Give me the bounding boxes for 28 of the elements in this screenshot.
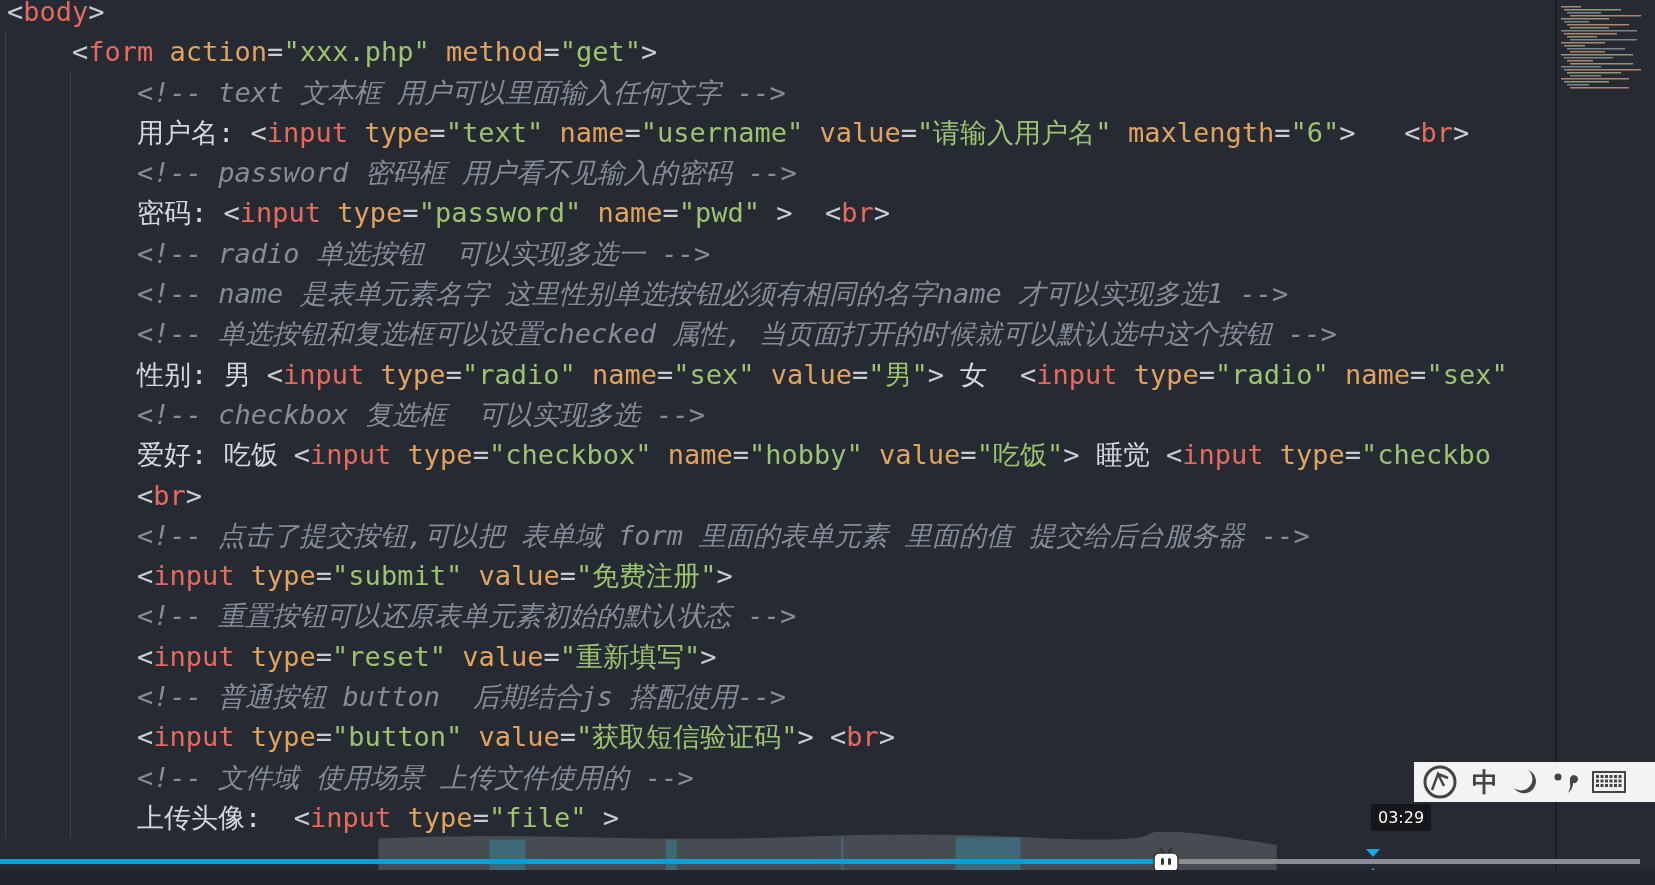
logo-icon[interactable] [1422, 764, 1458, 800]
marker-icon [1366, 849, 1380, 857]
code-line: <form action="xxx.php" method="get"> [72, 35, 658, 70]
code-comment: <!-- password 密码框 用户看不见输入的密码 --> [137, 156, 797, 191]
code-line: <body> [7, 0, 105, 29]
code-line: <input type="button" value="获取短信验证码"> <br> [137, 720, 896, 755]
code-line: 爱好: 吃饭 <input type="checkbox" name="hobby" value="吃饭"> 睡觉 <input type="checkbo [137, 438, 1492, 473]
code-line: <br> [137, 478, 203, 513]
code-line: 性别: 男 <input type="radio" name="sex" value="男"> 女 <input type="radio" name="sex" [137, 357, 1508, 392]
moon-icon[interactable] [1512, 768, 1538, 796]
time-tooltip: 03:29 [1371, 804, 1432, 831]
code-comment: <!-- radio 单选按钮 可以实现多选一 --> [137, 236, 711, 271]
code-line: 上传头像: <input type="file" > [137, 800, 619, 835]
code-line: <input type="submit" value="免费注册"> [137, 559, 733, 594]
code-comment: <!-- checkbox 复选框 可以实现多选 --> [137, 397, 706, 432]
input-mode-toggle[interactable]: 中 [1472, 764, 1498, 800]
code-comment: <!-- 文件域 使用场景 上传文件使用的 --> [137, 760, 694, 795]
code-line: <input type="reset" value="重新填写"> [137, 639, 717, 674]
code-comment: <!-- 普通按钮 button 后期结合js 搭配使用--> [137, 680, 787, 715]
progress-track[interactable] [0, 859, 1640, 864]
keyboard-icon[interactable] [1592, 770, 1626, 794]
code-comment: <!-- 单选按钮和复选框可以设置checked 属性, 当页面打开的时候就可以默认选中这个按钮 --> [137, 317, 1337, 352]
code-line: 密码: <input type="password" name="pwd" > <br> [137, 196, 891, 231]
code-comment: <!-- 点击了提交按钮,可以把 表单域 form 里面的表单元素 里面的值 提交给后台服务器 --> [137, 518, 1310, 553]
code-comment: <!-- 重置按钮可以还原表单元素初始的默认状态 --> [137, 599, 797, 634]
code-line: 用户名: <input type="text" name="username" value="请输入用户名" maxlength="6"> <br> [137, 115, 1470, 150]
code-comment: <!-- text 文本框 用户可以里面输入任何文字 --> [137, 75, 786, 110]
code-comment: <!-- name 是表单元素名字 这里性别单选按钮必须有相同的名字name 才可以实现多选1 --> [137, 277, 1289, 312]
